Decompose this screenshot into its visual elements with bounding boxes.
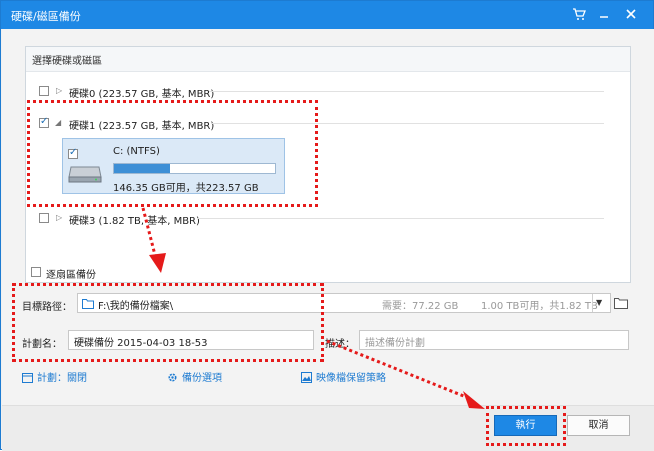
backup-window: 硬碟/磁區備份 選擇硬碟或磁區 ▷ 硬碟0 (223.57 GB, 基本, MB… <box>0 0 654 451</box>
arrow-head-right <box>463 391 485 409</box>
arrow-head-down <box>149 253 166 273</box>
arrow-line-down <box>141 207 158 260</box>
arrow-line-right <box>326 339 472 401</box>
annotation-arrows <box>141 207 485 409</box>
